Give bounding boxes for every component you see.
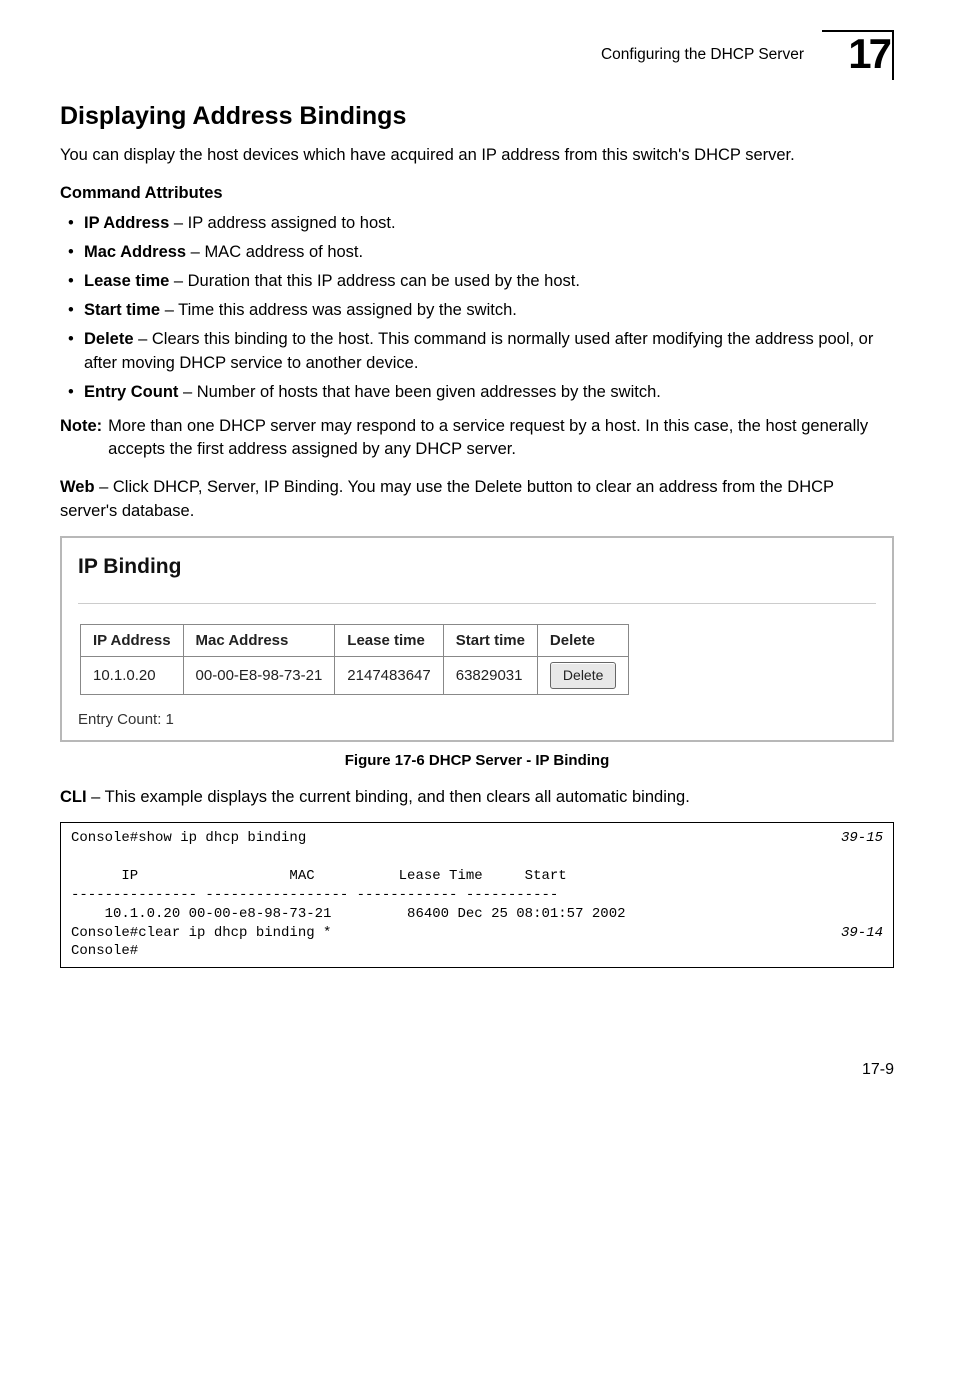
list-item: IP Address – IP address assigned to host… <box>64 212 894 236</box>
cli-paragraph: CLI – This example displays the current … <box>60 786 894 810</box>
col-ip: IP Address <box>81 624 184 657</box>
cell-mac: 00-00-E8-98-73-21 <box>183 657 335 694</box>
col-lease: Lease time <box>335 624 443 657</box>
divider <box>78 603 876 604</box>
note-body: More than one DHCP server may respond to… <box>108 415 894 463</box>
cell-lease: 2147483647 <box>335 657 443 694</box>
attribute-list: IP Address – IP address assigned to host… <box>60 212 894 404</box>
attr-desc: – Number of hosts that have been given a… <box>178 383 660 401</box>
figure-caption: Figure 17-6 DHCP Server - IP Binding <box>60 750 894 772</box>
intro-paragraph: You can display the host devices which h… <box>60 144 894 168</box>
cli-line: Console#show ip dhcp binding <box>71 830 306 846</box>
cell-delete: Delete <box>537 657 628 694</box>
table-row: 10.1.0.20 00-00-E8-98-73-21 2147483647 6… <box>81 657 629 694</box>
page-header: Configuring the DHCP Server 17 <box>60 30 894 80</box>
badge-line-right <box>892 30 894 80</box>
col-start: Start time <box>443 624 537 657</box>
cli-text: – This example displays the current bind… <box>87 788 690 806</box>
attr-desc: – Clears this binding to the host. This … <box>84 330 873 372</box>
command-attributes-heading: Command Attributes <box>60 182 894 206</box>
section-heading: Displaying Address Bindings <box>60 98 894 134</box>
attr-desc: – Duration that this IP address can be u… <box>169 272 580 290</box>
cli-line: Console# <box>71 943 138 959</box>
attr-desc: – MAC address of host. <box>186 243 363 261</box>
col-mac: Mac Address <box>183 624 335 657</box>
attr-term: Mac Address <box>84 243 186 261</box>
chapter-badge: 17 <box>822 30 894 80</box>
delete-button[interactable]: Delete <box>550 662 616 688</box>
cell-ip: 10.1.0.20 <box>81 657 184 694</box>
cli-line: 10.1.0.20 00-00-e8-98-73-21 86400 Dec 25… <box>71 906 626 922</box>
web-text: – Click DHCP, Server, IP Binding. You ma… <box>60 478 834 520</box>
col-delete: Delete <box>537 624 628 657</box>
list-item: Lease time – Duration that this IP addre… <box>64 270 894 294</box>
note-block: Note: More than one DHCP server may resp… <box>60 415 894 463</box>
cli-ref: 39-15 <box>841 829 883 848</box>
attr-term: IP Address <box>84 214 169 232</box>
entry-count: Entry Count: 1 <box>78 709 876 731</box>
attr-term: Delete <box>84 330 134 348</box>
attr-desc: – IP address assigned to host. <box>169 214 395 232</box>
list-item: Entry Count – Number of hosts that have … <box>64 381 894 405</box>
cli-line: Console#clear ip dhcp binding * <box>71 925 331 941</box>
page-number: 17-9 <box>60 1058 894 1081</box>
attr-term: Start time <box>84 301 160 319</box>
attr-term: Entry Count <box>84 383 178 401</box>
list-item: Delete – Clears this binding to the host… <box>64 328 894 376</box>
list-item: Mac Address – MAC address of host. <box>64 241 894 265</box>
note-label: Note: <box>60 415 102 463</box>
cli-line: IP MAC Lease Time Start <box>71 868 567 884</box>
cli-line: --------------- ----------------- ------… <box>71 887 558 903</box>
binding-table: IP Address Mac Address Lease time Start … <box>80 624 629 695</box>
cli-output: Console#show ip dhcp binding 39-15 IP MAC… <box>60 822 894 968</box>
web-paragraph: Web – Click DHCP, Server, IP Binding. Yo… <box>60 476 894 524</box>
attr-term: Lease time <box>84 272 169 290</box>
figure-ip-binding: IP Binding IP Address Mac Address Lease … <box>60 536 894 742</box>
table-header-row: IP Address Mac Address Lease time Start … <box>81 624 629 657</box>
web-lead: Web <box>60 478 95 496</box>
chapter-number: 17 <box>848 24 889 85</box>
list-item: Start time – Time this address was assig… <box>64 299 894 323</box>
cell-start: 63829031 <box>443 657 537 694</box>
attr-desc: – Time this address was assigned by the … <box>160 301 517 319</box>
breadcrumb: Configuring the DHCP Server <box>601 44 804 66</box>
figure-title: IP Binding <box>78 552 876 582</box>
cli-ref: 39-14 <box>841 924 883 943</box>
cli-lead: CLI <box>60 788 87 806</box>
